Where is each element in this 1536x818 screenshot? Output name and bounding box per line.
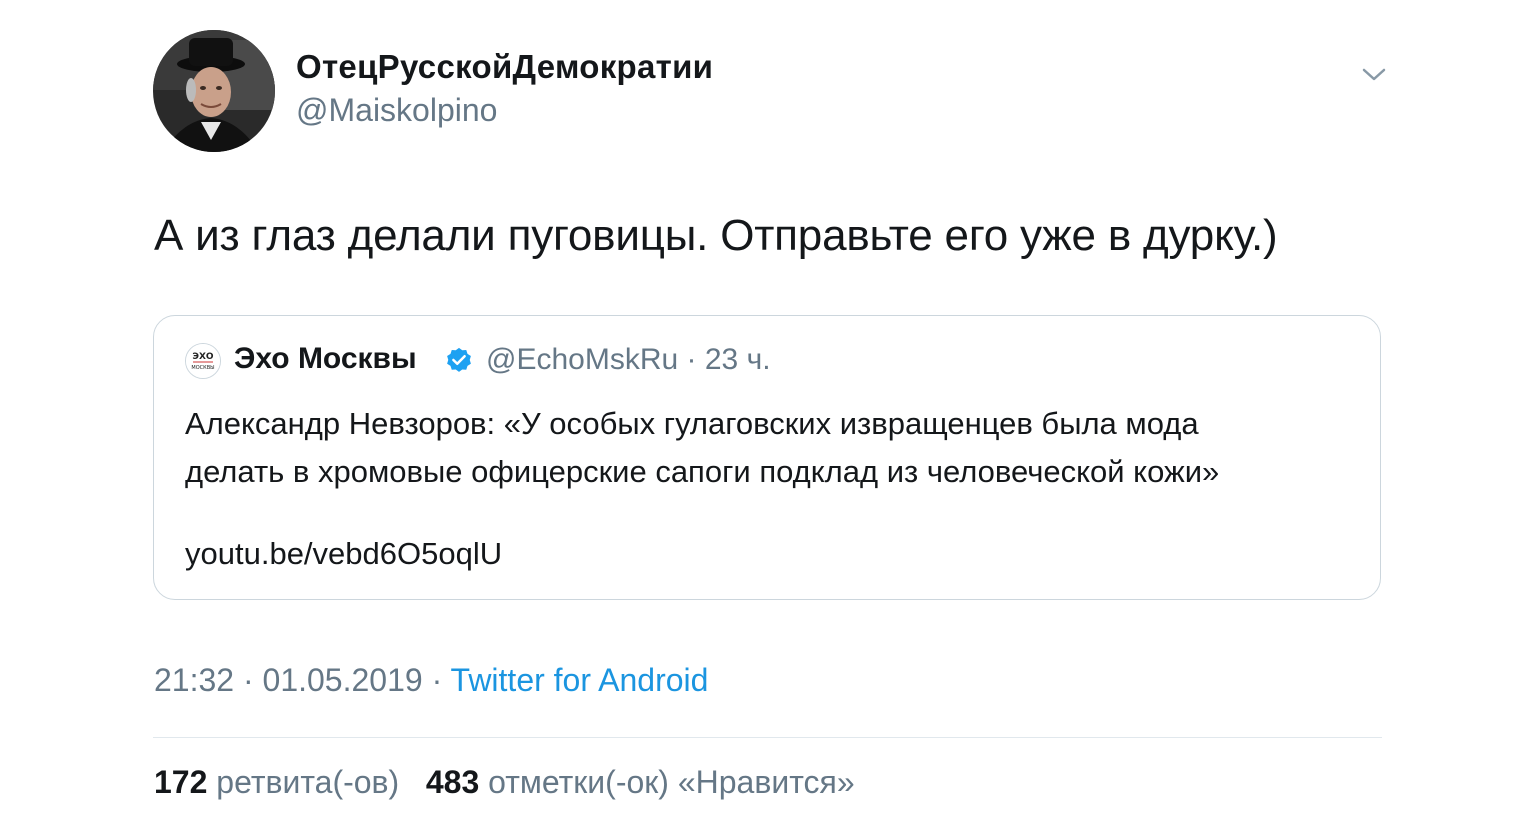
avatar-logo-text-top: ЭХО [192, 352, 214, 362]
quoted-meta: @EchoMskRu · 23 ч. [486, 343, 771, 377]
likes-label: отметки(-ок) «Нравится» [488, 764, 855, 800]
quoted-text-line: делать в хромовые офицерские сапоги подк… [185, 454, 1220, 489]
quoted-text: Александр Невзоров: «У особых гулаговски… [185, 400, 1219, 496]
tweet-stats: 172 ретвита(-ов) 483 отметки(-ок) «Нрави… [154, 764, 855, 801]
likes-stat[interactable]: 483 отметки(-ок) «Нравится» [426, 764, 855, 800]
author-name[interactable]: ОтецРусскойДемократии [296, 48, 713, 86]
quoted-author-avatar: ЭХО МОСКВЫ [185, 343, 221, 379]
retweets-count: 172 [154, 764, 208, 800]
quoted-link[interactable]: youtu.be/vebd6O5oqlU [185, 536, 502, 572]
retweets-label: ретвита(-ов) [216, 764, 400, 800]
quoted-time: 23 ч. [704, 343, 771, 376]
likes-count: 483 [425, 764, 480, 800]
tweet-date[interactable]: 01.05.2019 [263, 662, 423, 698]
author-handle[interactable]: @Maiskolpino [296, 92, 497, 129]
tweet-text: А из глаз делали пуговицы. Отправьте его… [154, 211, 1278, 260]
verified-badge-icon [444, 346, 474, 376]
divider [153, 737, 1382, 738]
chevron-down-icon[interactable] [1358, 60, 1390, 88]
retweets-stat[interactable]: 172 ретвита(-ов) [154, 764, 408, 800]
separator-dot: · [431, 662, 443, 698]
quoted-author-handle: @EchoMskRu [486, 343, 679, 376]
quoted-tweet[interactable]: ЭХО МОСКВЫ Эхо Москвы @EchoMskRu · 23 ч.… [153, 315, 1381, 600]
quoted-text-line: Александр Невзоров: «У особых гулаговски… [185, 406, 1199, 441]
avatar-logo-text-bottom: МОСКВЫ [191, 365, 214, 371]
tweet-source-link[interactable]: Twitter for Android [451, 662, 709, 698]
author-avatar[interactable] [153, 30, 275, 152]
separator-dot: · [242, 662, 254, 698]
quoted-author-name: Эхо Москвы [234, 342, 417, 375]
tweet-time[interactable]: 21:32 [154, 662, 234, 698]
tweet-meta: 21:32 · 01.05.2019 · Twitter for Android [154, 662, 708, 699]
separator-dot: · [686, 343, 697, 376]
tweet-detail: ОтецРусскойДемократии @Maiskolpino А из … [0, 0, 1536, 818]
